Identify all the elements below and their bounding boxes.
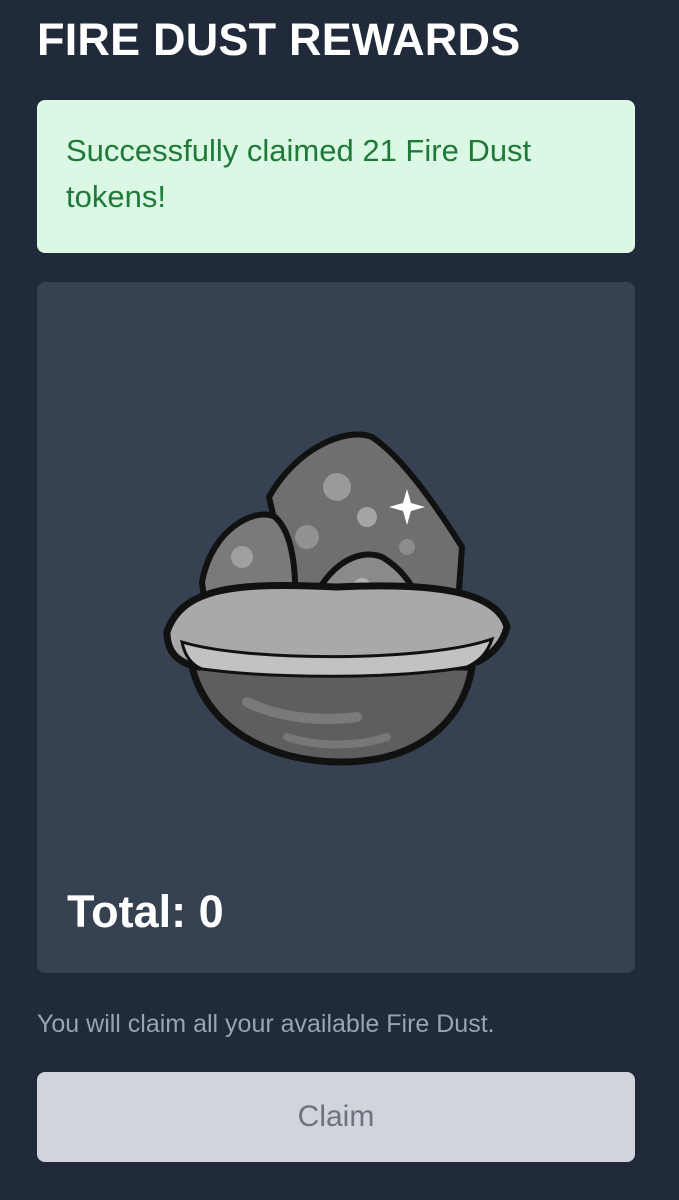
fire-dust-rock-pile-icon (163, 431, 511, 766)
success-alert: Successfully claimed 21 Fire Dust tokens… (37, 100, 635, 253)
total-amount: Total: 0 (67, 886, 224, 937)
reward-card: Total: 0 (37, 282, 635, 973)
success-message: Successfully claimed 21 Fire Dust tokens… (66, 133, 532, 214)
claim-button[interactable]: Claim (37, 1072, 635, 1162)
page-title: FIRE DUST REWARDS (37, 14, 521, 65)
claim-note: You will claim all your available Fire D… (37, 1010, 495, 1038)
